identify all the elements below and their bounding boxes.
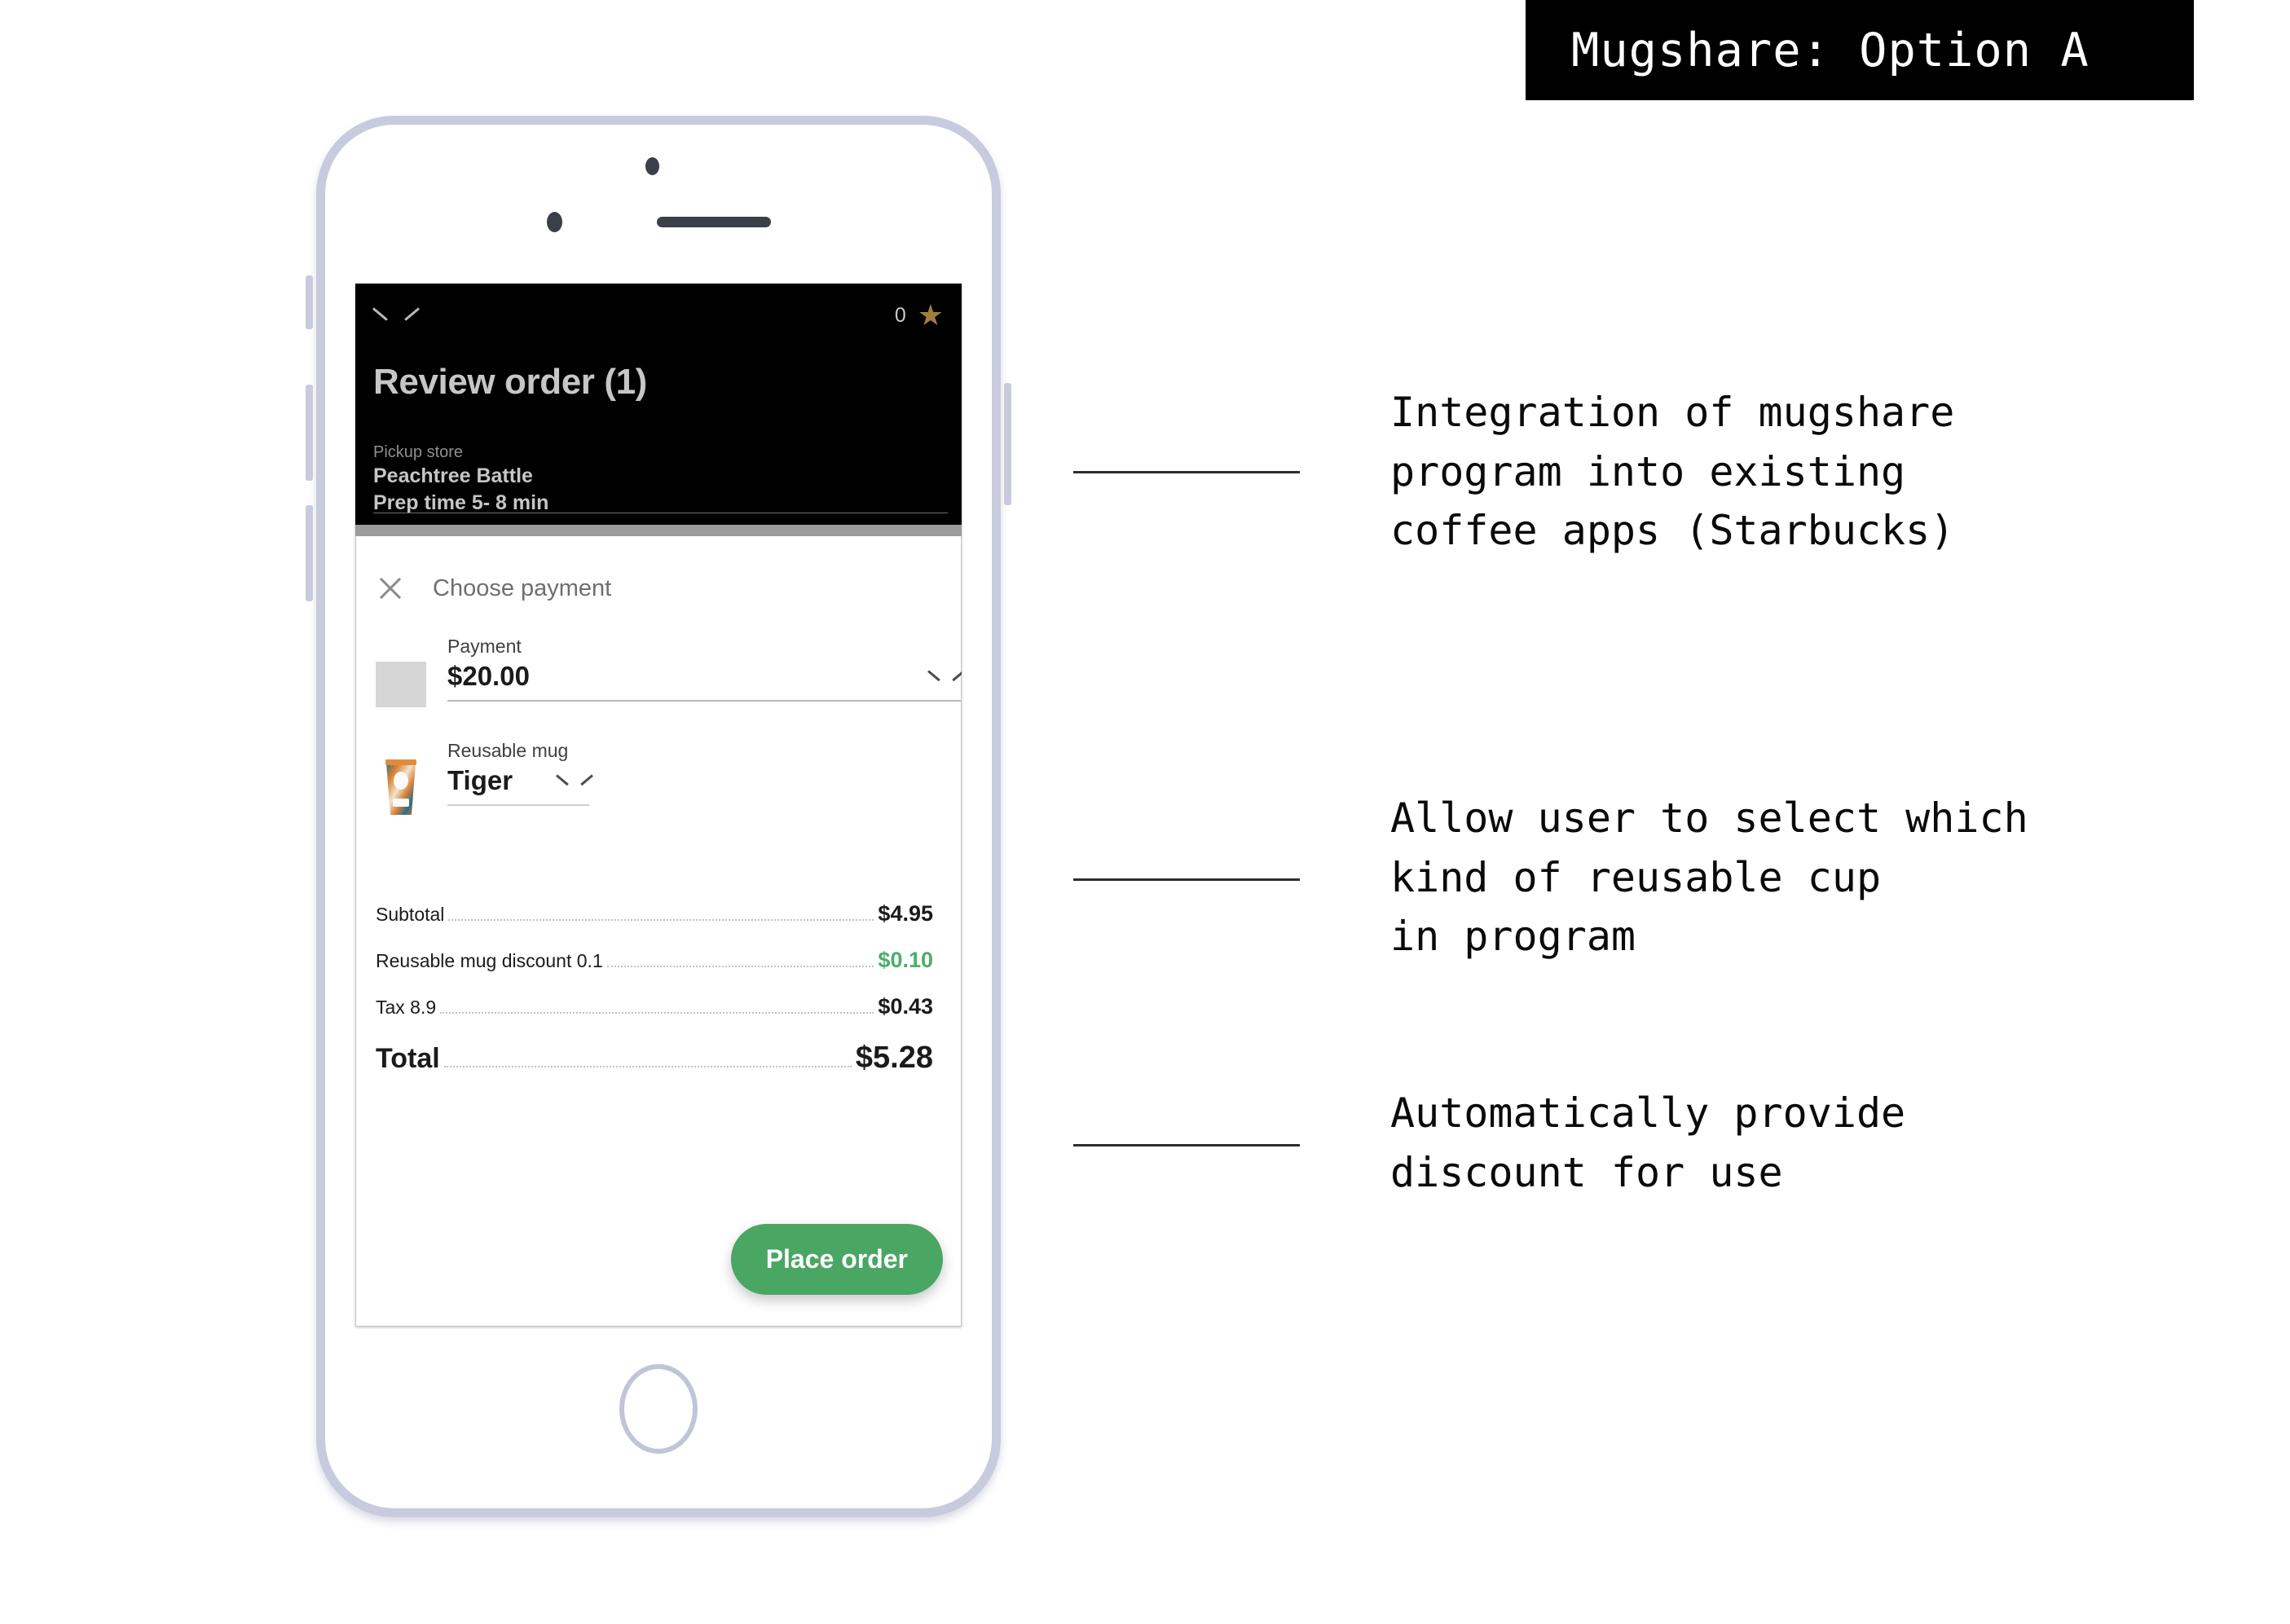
leader-dots xyxy=(440,1011,874,1014)
payment-field-label: Payment xyxy=(447,636,522,657)
total-label: Total xyxy=(376,1043,440,1074)
discount-value: $0.10 xyxy=(878,948,933,972)
annotation-integration: Integration of mugshare program into exi… xyxy=(1390,389,1955,554)
silent-switch-button[interactable] xyxy=(306,275,313,329)
payment-field-value: $20.00 xyxy=(447,661,530,691)
reusable-mug-thumbnail-icon xyxy=(382,758,420,816)
page-title: Review order (1) xyxy=(373,362,647,402)
pickup-store-name: Peachtree Battle xyxy=(373,464,533,487)
star-icon: ★ xyxy=(917,298,944,332)
reusable-mug-field-body: Reusable mug Tiger xyxy=(447,740,961,806)
payment-field-body: Payment $20.00 xyxy=(447,636,961,702)
tax-label: Tax 8.9 xyxy=(376,997,437,1018)
rewards-stars-group[interactable]: 0 ★ xyxy=(895,301,944,330)
annotation-leader-line-2 xyxy=(1073,878,1300,881)
reusable-mug-chevron-down-icon[interactable] xyxy=(557,774,579,787)
collapse-chevron-down-icon[interactable] xyxy=(373,307,403,323)
tax-value: $0.43 xyxy=(878,994,933,1019)
annotation-cup-selection: Allow user to select which kind of reusa… xyxy=(1390,794,2028,960)
order-totals: Subtotal $4.95 Reusable mug discount 0.1… xyxy=(376,901,933,1076)
payment-method-thumbnail xyxy=(376,662,426,707)
power-button[interactable] xyxy=(1004,383,1011,505)
star-count-label: 0 xyxy=(894,303,906,327)
payment-chevron-down-icon[interactable] xyxy=(928,670,951,683)
subtotal-value: $4.95 xyxy=(878,901,933,926)
leader-dots xyxy=(448,918,874,921)
slide-title-banner: Mugshare: Option A xyxy=(1526,0,2194,100)
phone-screen: 0 ★ Review order (1) Pickup store Peacht… xyxy=(355,284,962,1327)
reusable-mug-field-label: Reusable mug xyxy=(447,740,569,761)
app-header-toolbar: 0 ★ xyxy=(369,284,948,347)
home-button[interactable] xyxy=(619,1364,698,1454)
annotation-auto-discount: Automatically provide discount for use xyxy=(1390,1089,1906,1196)
place-order-button[interactable]: Place order xyxy=(730,1224,943,1295)
payment-field-row[interactable]: Payment $20.00 xyxy=(356,636,961,707)
app-header: 0 ★ Review order (1) Pickup store Peacht… xyxy=(355,284,962,525)
totals-row: Reusable mug discount 0.1 $0.10 xyxy=(376,948,933,973)
volume-down-button[interactable] xyxy=(306,505,313,601)
pickup-store-label: Pickup store xyxy=(373,443,464,461)
leader-dots xyxy=(443,1065,852,1067)
phone-mockup: 0 ★ Review order (1) Pickup store Peacht… xyxy=(306,116,1011,1517)
earpiece-speaker xyxy=(657,217,771,227)
header-band-divider xyxy=(355,525,962,536)
volume-up-button[interactable] xyxy=(306,385,313,481)
annotation-leader-line-1 xyxy=(1073,471,1300,473)
totals-row: Tax 8.9 $0.43 xyxy=(376,994,933,1019)
close-icon[interactable] xyxy=(376,574,405,603)
reusable-mug-select[interactable]: Tiger xyxy=(447,762,589,806)
choose-payment-header: Choose payment xyxy=(356,536,961,603)
payment-select[interactable]: $20.00 xyxy=(447,658,961,702)
place-order-container: Place order xyxy=(730,1224,943,1295)
choose-payment-heading: Choose payment xyxy=(433,574,612,601)
totals-row: Subtotal $4.95 xyxy=(376,901,933,926)
totals-row-grand: Total $5.28 xyxy=(376,1041,933,1076)
prep-time-text: Prep time 5- 8 min xyxy=(373,491,549,514)
leader-dots xyxy=(606,965,874,967)
annotation-leader-line-3 xyxy=(1073,1144,1300,1146)
reusable-mug-field-value: Tiger xyxy=(447,765,513,795)
choose-payment-card: Choose payment Payment $20.00 Reusable m… xyxy=(355,536,962,1327)
subtotal-label: Subtotal xyxy=(376,904,445,925)
proximity-sensor-icon xyxy=(645,157,659,175)
front-camera-icon xyxy=(547,212,562,232)
reusable-mug-field-row[interactable]: Reusable mug Tiger xyxy=(356,740,961,816)
discount-label: Reusable mug discount 0.1 xyxy=(376,950,603,971)
total-value: $5.28 xyxy=(855,1041,933,1075)
